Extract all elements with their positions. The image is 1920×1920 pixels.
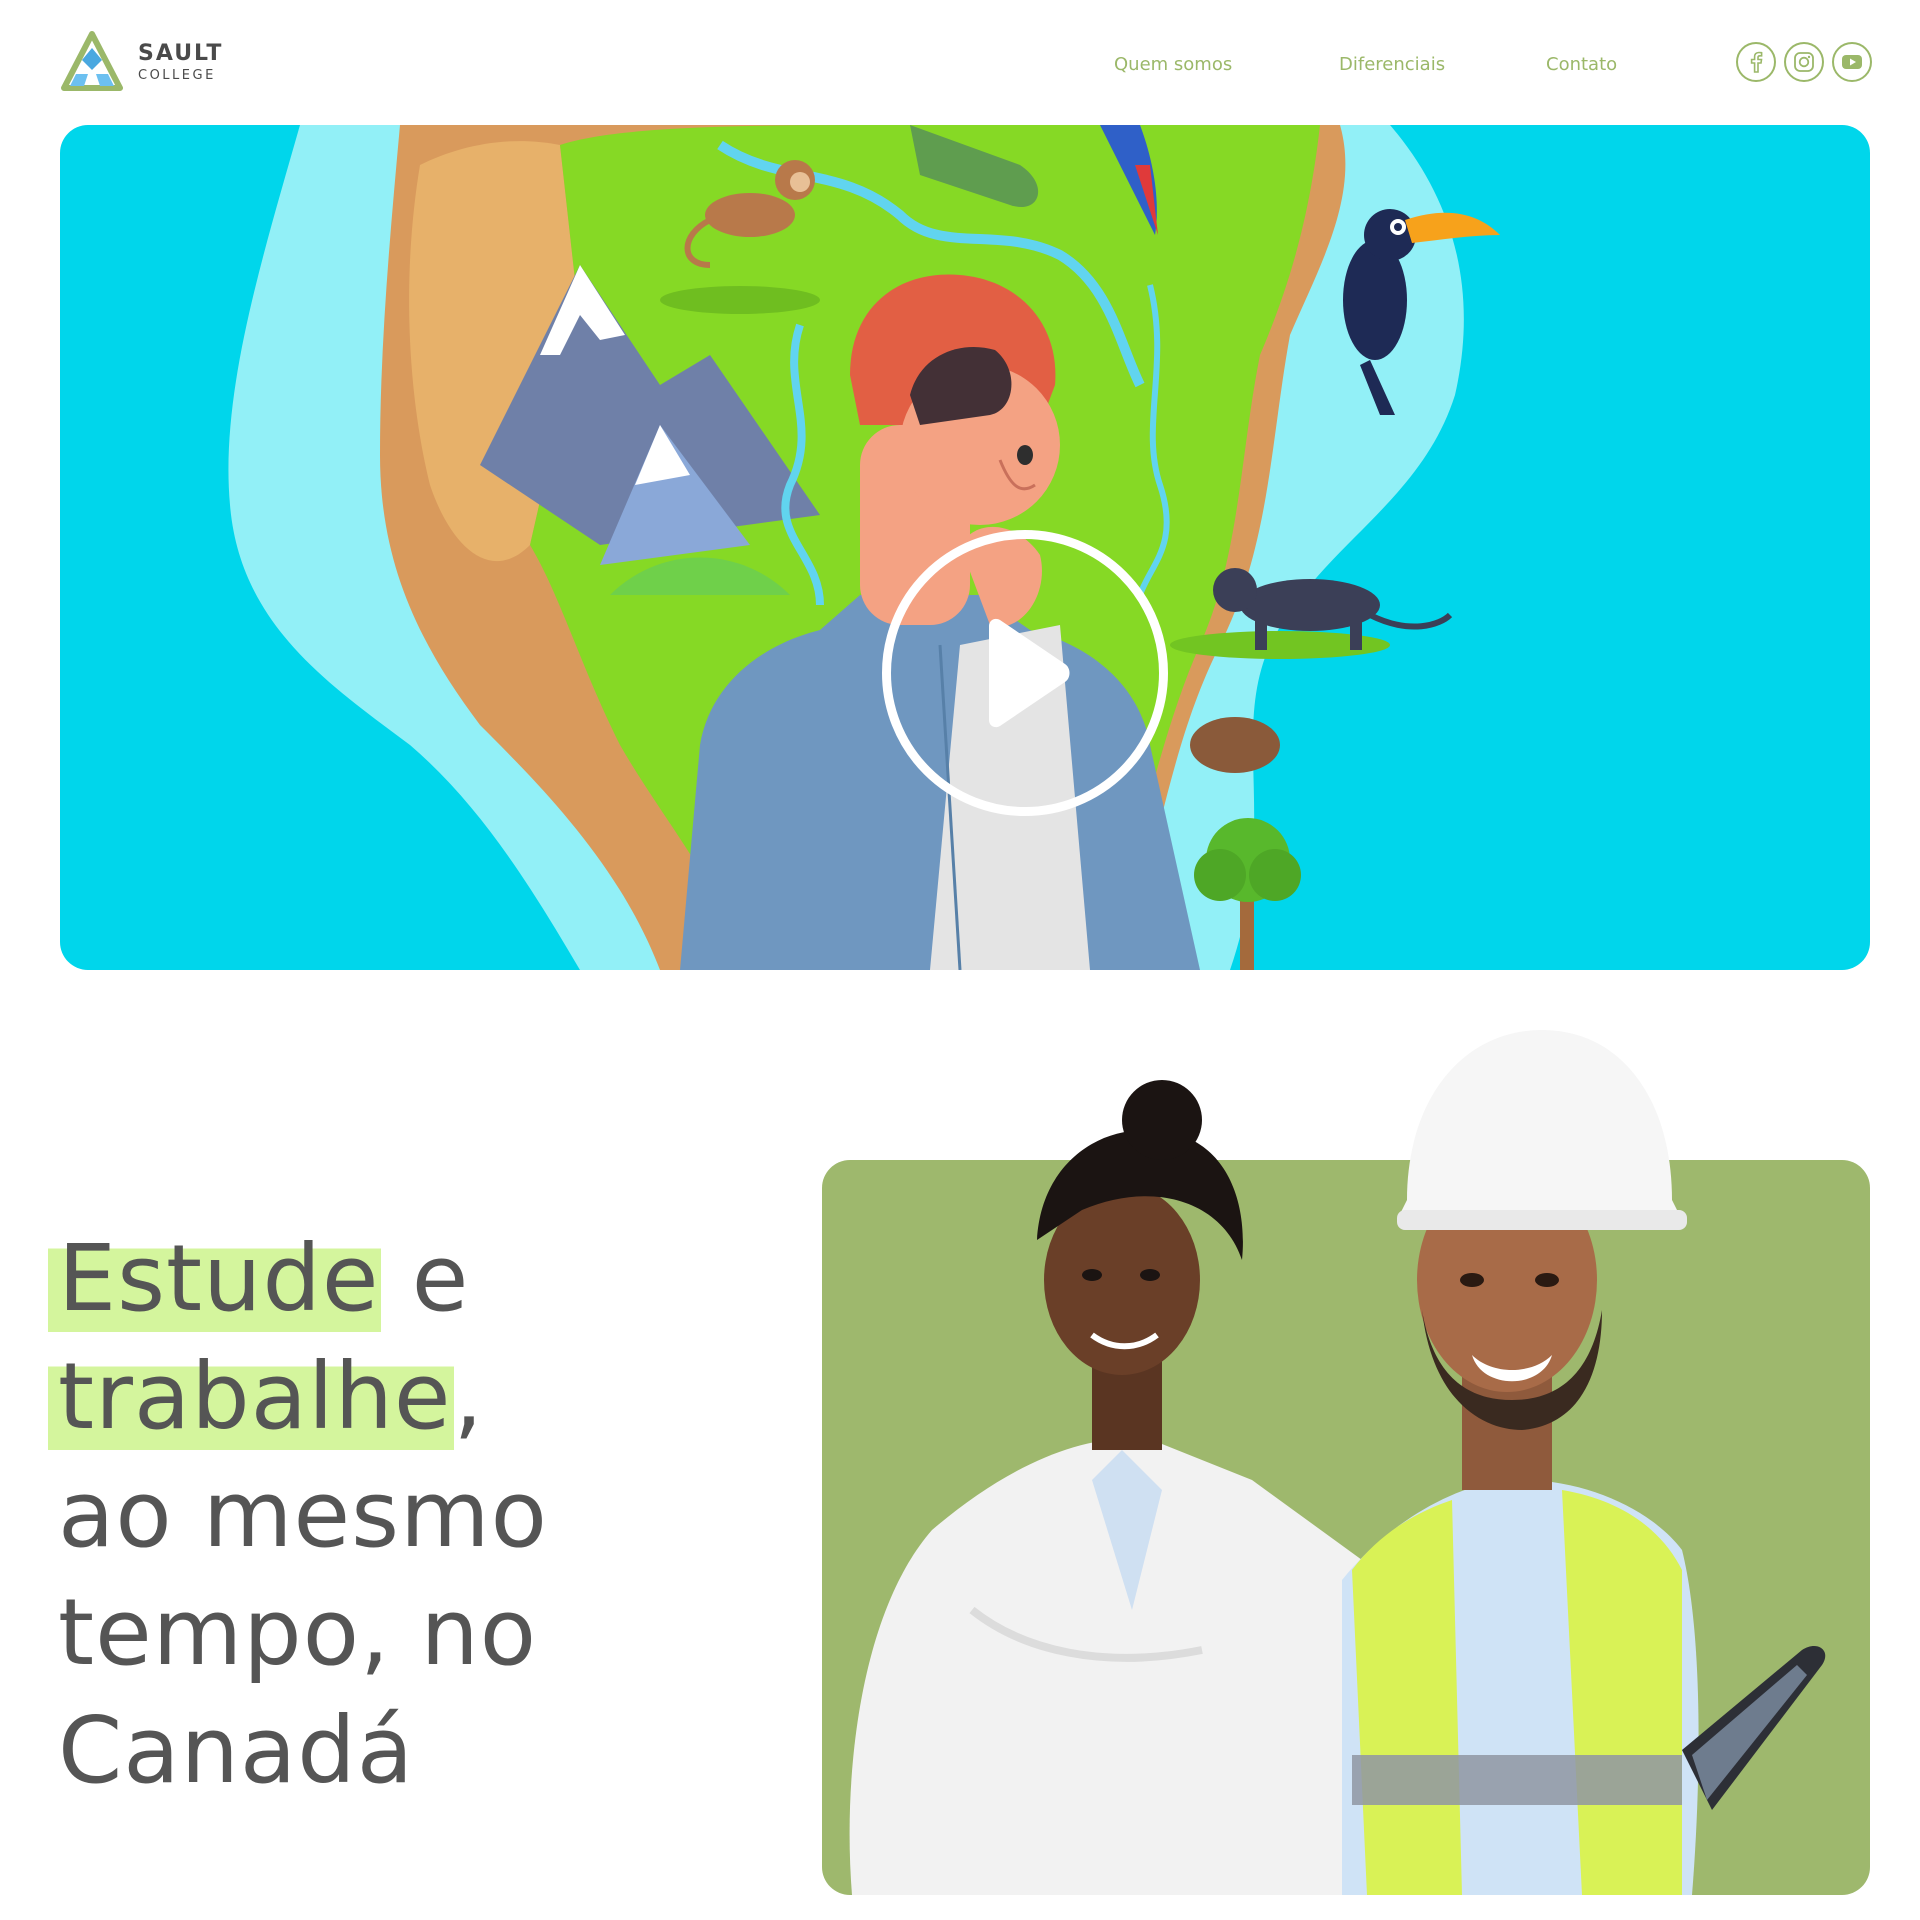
headline-line-2: trabalhe, bbox=[48, 1338, 548, 1456]
play-icon bbox=[989, 618, 1070, 728]
instagram-icon bbox=[1794, 52, 1814, 72]
headline-line-1: Estude e bbox=[48, 1220, 548, 1338]
brand-sub: COLLEGE bbox=[138, 67, 216, 83]
headline-line-4: tempo, no bbox=[58, 1579, 538, 1686]
brand-logo[interactable]: SAULT COLLEGE bbox=[58, 30, 223, 94]
headline-line-3: ao mesmo bbox=[58, 1461, 548, 1568]
headline-highlight-estude: Estude bbox=[48, 1225, 382, 1332]
hero-video[interactable] bbox=[60, 125, 1870, 970]
headline-comma: , bbox=[453, 1343, 484, 1450]
facebook-icon bbox=[1750, 51, 1763, 73]
youtube-icon bbox=[1842, 55, 1862, 69]
capybara-icon bbox=[1190, 717, 1280, 773]
headline-conjunction: e bbox=[381, 1225, 470, 1332]
headline-line-5: Canadá bbox=[58, 1697, 415, 1804]
nav-contato[interactable]: Contato bbox=[1546, 54, 1617, 75]
nav-quem-somos[interactable]: Quem somos bbox=[1114, 54, 1232, 75]
headline-highlight-trabalhe: trabalhe bbox=[48, 1343, 454, 1450]
man-hard-hat-figure bbox=[1342, 1030, 1826, 1895]
brand-name: SAULT bbox=[138, 40, 224, 66]
sault-college-logo-icon bbox=[61, 31, 123, 91]
play-button[interactable] bbox=[882, 530, 1168, 816]
professionals-photo bbox=[849, 1030, 1826, 1895]
instagram-link[interactable] bbox=[1784, 42, 1824, 82]
social-links bbox=[1736, 42, 1872, 82]
woman-lab-coat-figure bbox=[849, 1080, 1382, 1895]
headline: Estude e trabalhe, ao mesmo tempo, no Ca… bbox=[48, 1220, 548, 1810]
facebook-link[interactable] bbox=[1736, 42, 1776, 82]
nav-diferenciais[interactable]: Diferenciais bbox=[1339, 54, 1445, 75]
youtube-link[interactable] bbox=[1832, 42, 1872, 82]
